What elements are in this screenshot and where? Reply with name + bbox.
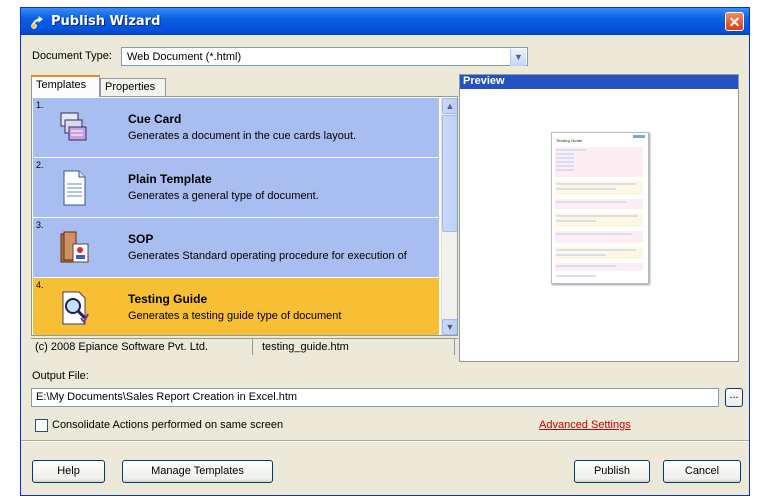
scroll-down-icon[interactable]: ▼ [442, 319, 457, 335]
scroll-up-icon[interactable]: ▲ [442, 98, 457, 114]
copyright-text: (c) 2008 Epiance Software Pvt. Ltd. [35, 341, 209, 353]
item-number: 4. [36, 280, 44, 290]
document-icon [63, 170, 86, 206]
item-number: 3. [36, 220, 44, 230]
template-name: Testing Guide [128, 292, 208, 306]
title-bar[interactable]: Publish Wizard ✕ [21, 8, 749, 35]
browse-button[interactable]: ... [725, 388, 743, 407]
list-item-testing-guide[interactable]: 4. Testing Guide Generates a testing gui… [33, 278, 439, 335]
template-name: SOP [128, 232, 154, 246]
template-description: Generates Standard operating procedure f… [128, 250, 407, 262]
list-scrollbar[interactable]: ▲ ▼ [441, 98, 457, 335]
preview-thumbnail: Testing Guide [551, 132, 649, 284]
divider [21, 440, 749, 442]
output-file-input[interactable]: E:\My Documents\Sales Report Creation in… [31, 388, 719, 407]
publish-wizard-window: Publish Wizard ✕ Document Type: Web Docu… [20, 7, 750, 496]
close-button[interactable]: ✕ [725, 12, 744, 31]
document-type-label: Document Type: [32, 50, 112, 62]
preview-panel: Preview Testing Guide [459, 74, 739, 362]
chevron-down-icon[interactable]: ▼ [510, 49, 526, 66]
tab-properties[interactable]: Properties [100, 78, 166, 96]
template-description: Generates a document in the cue cards la… [128, 130, 357, 142]
template-description: Generates a testing guide type of docume… [128, 310, 342, 322]
help-button[interactable]: Help [32, 460, 105, 483]
item-number: 1. [36, 100, 44, 110]
cue-card-icon [60, 112, 87, 141]
list-item-sop[interactable]: 3. SOP Generates Standard operating proc… [33, 218, 439, 277]
template-name: Plain Template [128, 172, 212, 186]
status-bar: (c) 2008 Epiance Software Pvt. Ltd. test… [31, 338, 458, 357]
tab-templates[interactable]: Templates [31, 75, 100, 97]
templates-list: 1. Cue Card Generates a document in the … [31, 96, 458, 336]
publish-button[interactable]: Publish [574, 460, 650, 483]
cancel-button[interactable]: Cancel [663, 460, 741, 483]
item-number: 2. [36, 160, 44, 170]
consolidate-label: Consolidate Actions performed on same sc… [52, 419, 284, 431]
document-type-value: Web Document (*.html) [127, 51, 242, 63]
sop-icon [60, 231, 89, 263]
advanced-settings-link[interactable]: Advanced Settings [539, 419, 631, 431]
consolidate-checkbox[interactable] [35, 419, 48, 432]
publish-wizard-icon [31, 16, 43, 29]
preview-doc-title: Testing Guide [556, 138, 583, 143]
output-file-label: Output File: [32, 370, 89, 382]
window-title: Publish Wizard [51, 14, 161, 29]
preview-title: Preview [460, 75, 738, 89]
list-item-plain-template[interactable]: 2. Plain Template Generates a general ty… [33, 158, 439, 217]
testing-guide-icon [62, 291, 89, 325]
scroll-thumb[interactable] [442, 115, 457, 232]
manage-templates-button[interactable]: Manage Templates [122, 460, 273, 483]
template-description: Generates a general type of document. [128, 190, 319, 202]
document-type-select[interactable]: Web Document (*.html) ▼ [121, 47, 528, 66]
template-name: Cue Card [128, 112, 182, 126]
template-file-name: testing_guide.htm [262, 341, 349, 353]
list-item-cue-card[interactable]: 1. Cue Card Generates a document in the … [33, 98, 439, 157]
